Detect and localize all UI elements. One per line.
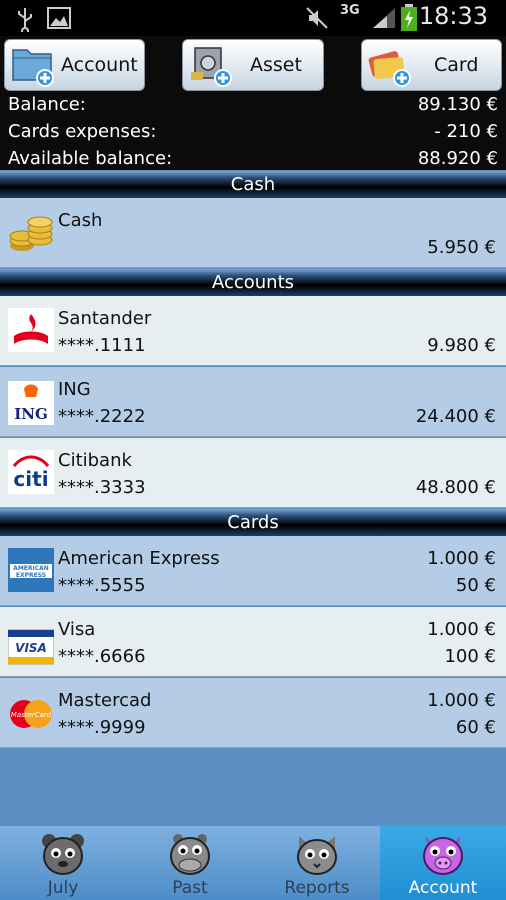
balance-row: Balance: 89.130 € <box>0 92 506 119</box>
account-row-santander[interactable]: Santander ****.1111 9.980 € <box>0 296 506 366</box>
card-spent: 60 € <box>455 717 496 738</box>
citi-logo-icon: citi <box>8 450 54 494</box>
cat-icon <box>297 836 337 875</box>
section-header-accounts: Accounts <box>0 269 506 296</box>
coins-icon <box>9 216 53 251</box>
account-number: ****.1111 <box>58 335 146 356</box>
safe-add-icon <box>191 47 232 87</box>
card-limit: 1.000 € <box>427 548 496 569</box>
account-value: 24.400 € <box>415 406 496 427</box>
account-name: Santander <box>58 308 152 329</box>
mastercard-logo-icon: MasterCard <box>10 700 52 728</box>
header-panel: Account Asset Card Balance: 89.130 € Car… <box>0 36 506 170</box>
card-limit: 1.000 € <box>427 690 496 711</box>
add-account-button[interactable]: Account <box>4 39 145 91</box>
card-spent: 100 € <box>444 646 496 667</box>
tab-label: Reports <box>284 878 350 898</box>
clock: 18:33 <box>418 2 488 30</box>
account-row-ing[interactable]: ING ING ****.2222 24.400 € <box>0 367 506 437</box>
card-limit: 1.000 € <box>427 619 496 640</box>
pig-icon <box>423 836 463 875</box>
network-type: 3G <box>340 3 360 18</box>
account-value: 9.980 € <box>427 335 496 356</box>
add-asset-label: Asset <box>250 54 302 76</box>
amex-logo-icon: AMERICAN EXPRESS <box>8 548 54 592</box>
card-name: Mastercad <box>58 690 152 711</box>
bottom-navigation: July Past Reports Account <box>0 826 506 900</box>
card-row-amex[interactable]: AMERICAN EXPRESS American Express ****.5… <box>0 536 506 606</box>
card-number: ****.5555 <box>58 575 146 596</box>
account-row-citibank[interactable]: citi Citibank ****.3333 48.800 € <box>0 438 506 508</box>
card-row-mastercard[interactable]: MasterCard Mastercad ****.9999 1.000 € 6… <box>0 678 506 748</box>
visa-logo-icon: VISA <box>8 629 54 665</box>
visa-logo-text: VISA <box>15 641 47 655</box>
tab-july[interactable]: July <box>0 826 126 900</box>
balance-value: 89.130 € <box>417 94 498 115</box>
available-balance-row: Available balance: 88.920 € <box>0 146 506 173</box>
status-bar: 3G 18:33 <box>0 0 506 36</box>
ing-logo-text: ING <box>14 405 48 423</box>
account-number: ****.3333 <box>58 477 146 498</box>
cash-value: 5.950 € <box>427 237 496 258</box>
tab-label: Past <box>172 878 208 898</box>
card-name: American Express <box>58 548 220 569</box>
account-name: Citibank <box>58 450 132 471</box>
cards-expenses-row: Cards expenses: - 210 € <box>0 119 506 146</box>
amex-logo-text-top: AMERICAN <box>13 565 49 572</box>
mute-icon <box>306 7 328 29</box>
card-name: Visa <box>58 619 96 640</box>
tab-label: Account <box>408 878 478 898</box>
tab-account[interactable]: Account <box>380 826 506 900</box>
section-header-cash: Cash <box>0 171 506 198</box>
card-spent: 50 € <box>455 575 496 596</box>
cards-expenses-value: - 210 € <box>434 121 498 142</box>
mastercard-logo-text: MasterCard <box>11 711 52 719</box>
available-balance-label: Available balance: <box>8 148 173 169</box>
signal-icon <box>373 8 395 28</box>
folder-add-icon <box>12 49 54 87</box>
section-header-cards: Cards <box>0 509 506 536</box>
cash-row[interactable]: Cash 5.950 € <box>0 198 506 268</box>
add-account-label: Account <box>61 54 138 76</box>
balance-label: Balance: <box>8 94 86 115</box>
image-icon <box>47 7 71 29</box>
tab-reports[interactable]: Reports <box>254 826 380 900</box>
cards-expenses-label: Cards expenses: <box>8 121 157 142</box>
card-add-icon <box>368 51 411 87</box>
usb-icon <box>18 8 32 32</box>
add-card-label: Card <box>434 54 479 76</box>
amex-logo-text-bottom: EXPRESS <box>16 572 46 579</box>
available-balance-value: 88.920 € <box>417 148 498 169</box>
add-card-button[interactable]: Card <box>361 39 502 91</box>
card-number: ****.9999 <box>58 717 146 738</box>
add-asset-button[interactable]: Asset <box>182 39 324 91</box>
cash-name: Cash <box>58 210 103 231</box>
card-number: ****.6666 <box>58 646 146 667</box>
account-name: ING <box>58 379 91 400</box>
account-value: 48.800 € <box>415 477 496 498</box>
tab-label: July <box>47 878 79 898</box>
bear-icon <box>42 834 84 875</box>
citi-logo-text: citi <box>13 467 48 491</box>
battery-charging-icon <box>401 4 417 31</box>
ing-logo-icon: ING <box>8 381 54 425</box>
hippo-icon <box>170 834 210 875</box>
santander-logo-icon <box>8 308 54 352</box>
card-row-visa[interactable]: VISA Visa ****.6666 1.000 € 100 € <box>0 607 506 677</box>
account-number: ****.2222 <box>58 406 146 427</box>
tab-past[interactable]: Past <box>127 826 253 900</box>
